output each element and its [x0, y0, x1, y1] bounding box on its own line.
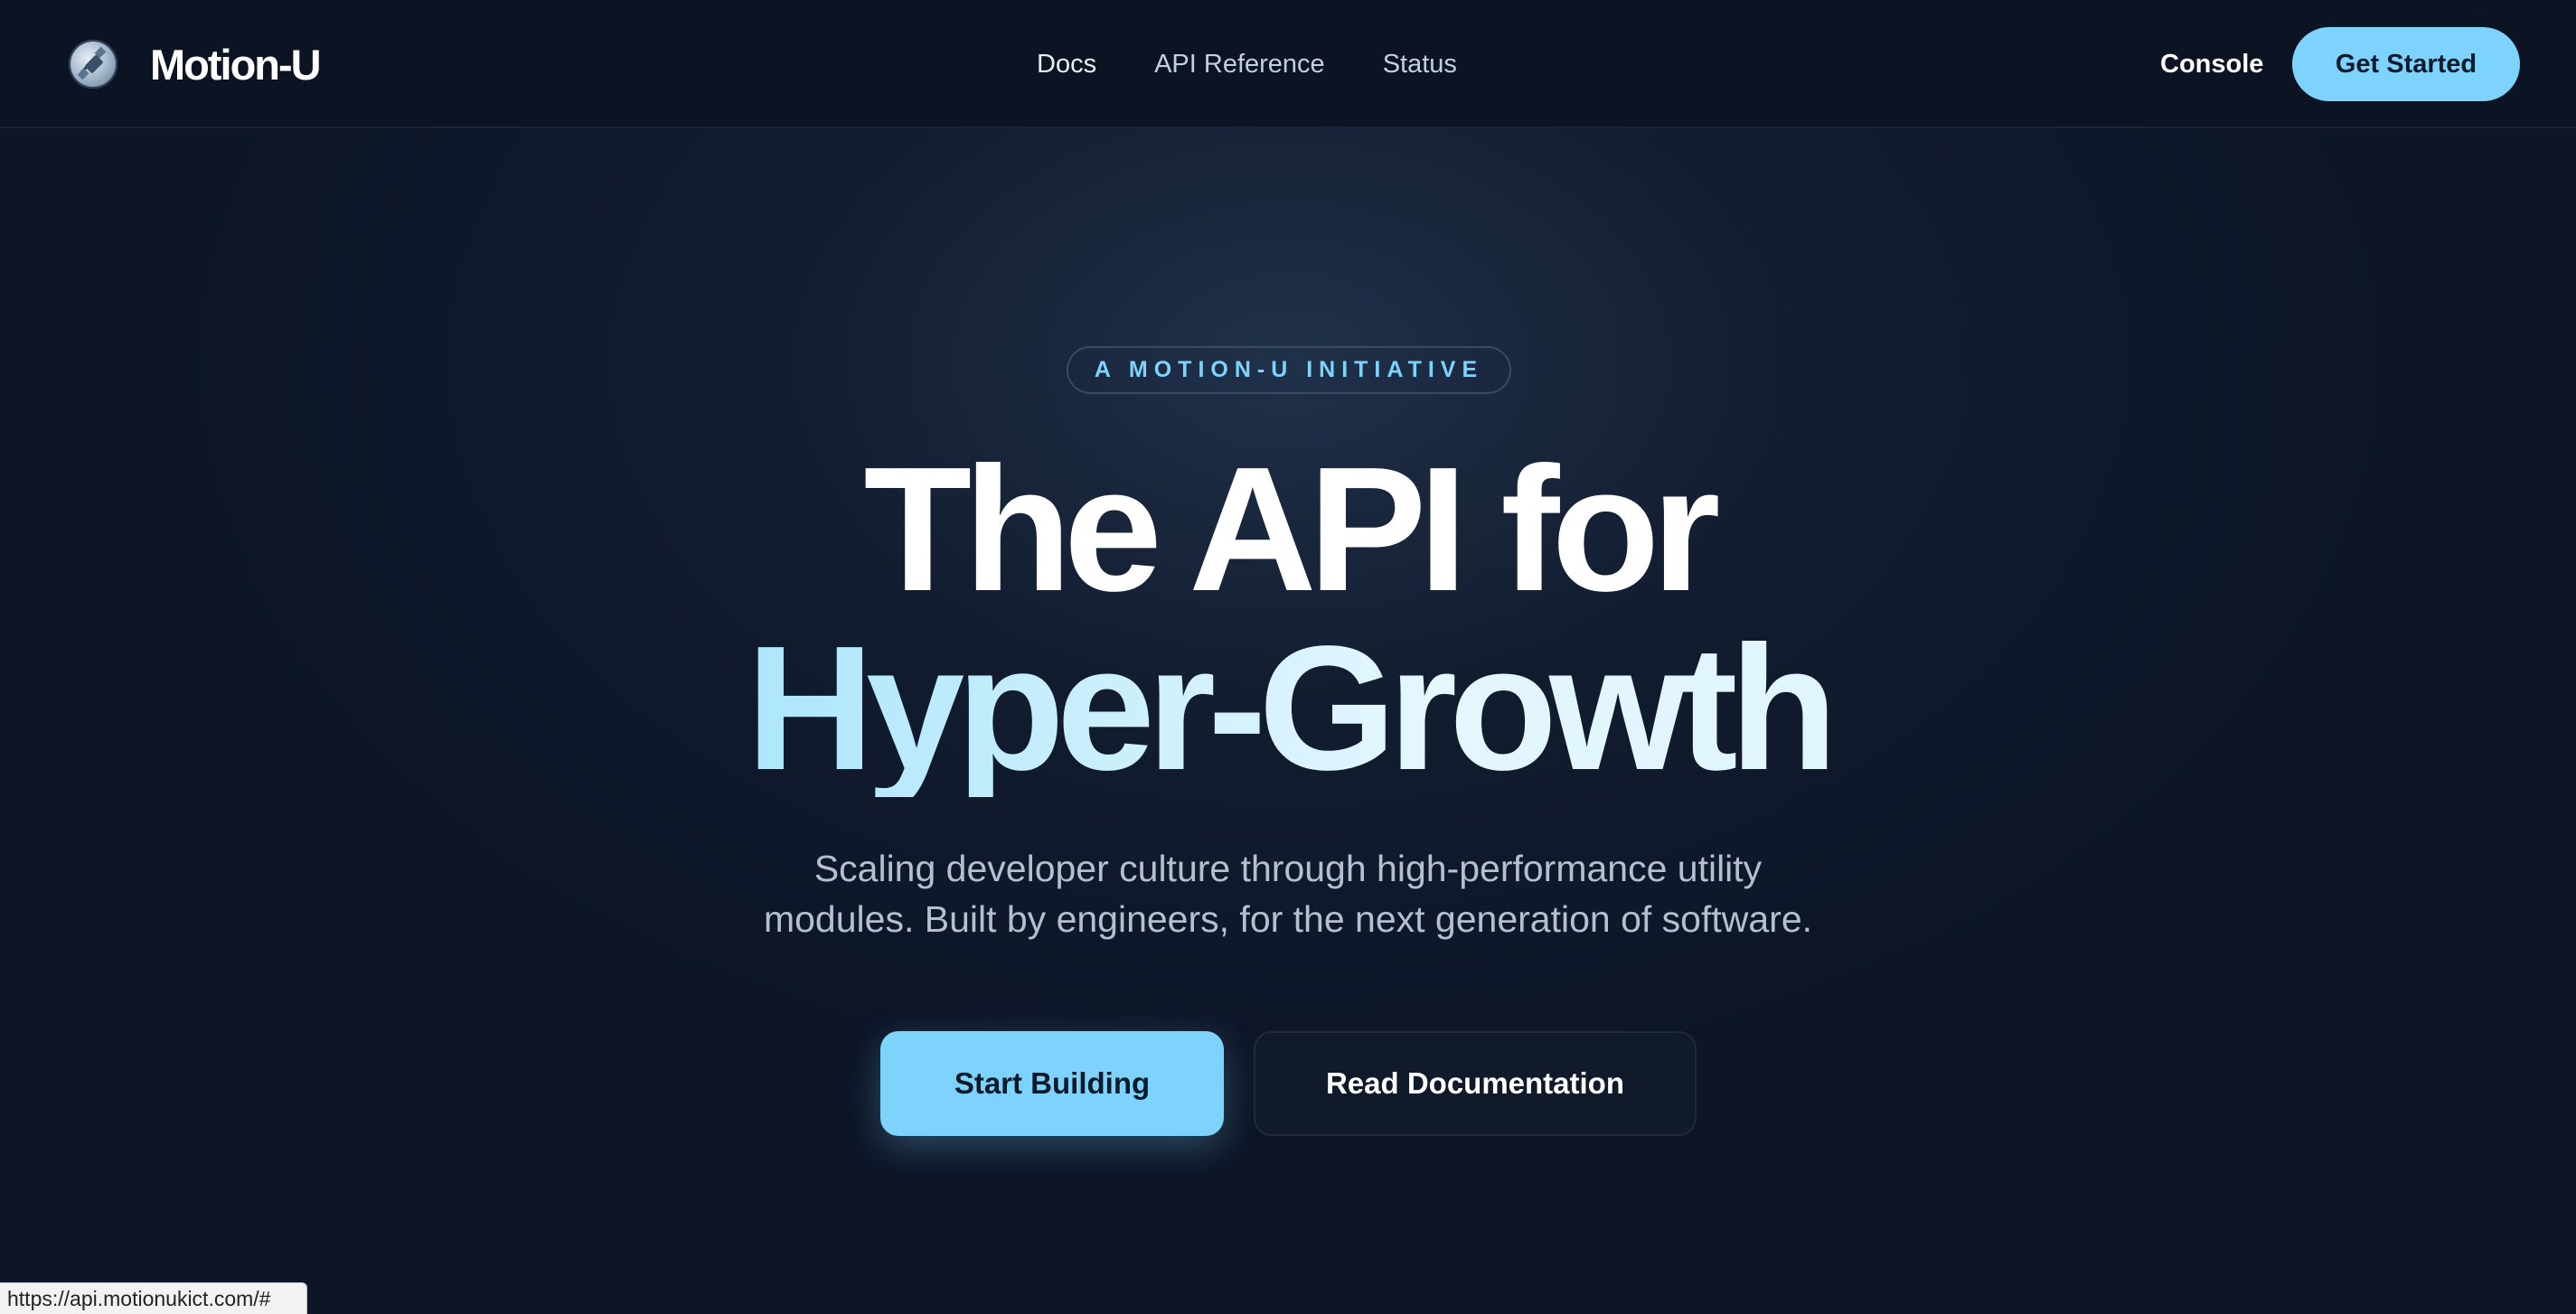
subtitle-line-1: Scaling developer culture through high-p… [813, 848, 1763, 889]
site-header: Motion-U Docs API Reference Status Conso… [0, 0, 2576, 128]
landing-page: Motion-U Docs API Reference Status Conso… [0, 0, 2576, 1314]
link-status-url: https://api.motionukict.com/# [0, 1282, 307, 1314]
nav-link-api-reference[interactable]: API Reference [1154, 45, 1325, 83]
nav-link-docs[interactable]: Docs [1037, 45, 1096, 83]
nav-link-status[interactable]: Status [1383, 45, 1457, 83]
satellite-globe-icon [69, 40, 118, 89]
brand-name: Motion-U [150, 40, 322, 89]
main-nav: Docs API Reference Status [1037, 45, 1457, 83]
get-started-button[interactable]: Get Started [2292, 27, 2520, 101]
initiative-badge: A MOTION-U INITIATIVE [1067, 346, 1511, 394]
subtitle-line-2: modules. Built by engineers, for the nex… [763, 898, 1813, 940]
read-documentation-button[interactable]: Read Documentation [1254, 1031, 1697, 1136]
headline-line-2: Hyper-Growth [0, 620, 2576, 797]
console-link[interactable]: Console [2160, 45, 2263, 83]
headline-line-1: The API for [863, 430, 1720, 628]
brand-home-link[interactable]: Motion-U [69, 36, 322, 92]
start-building-button[interactable]: Start Building [880, 1031, 1224, 1136]
